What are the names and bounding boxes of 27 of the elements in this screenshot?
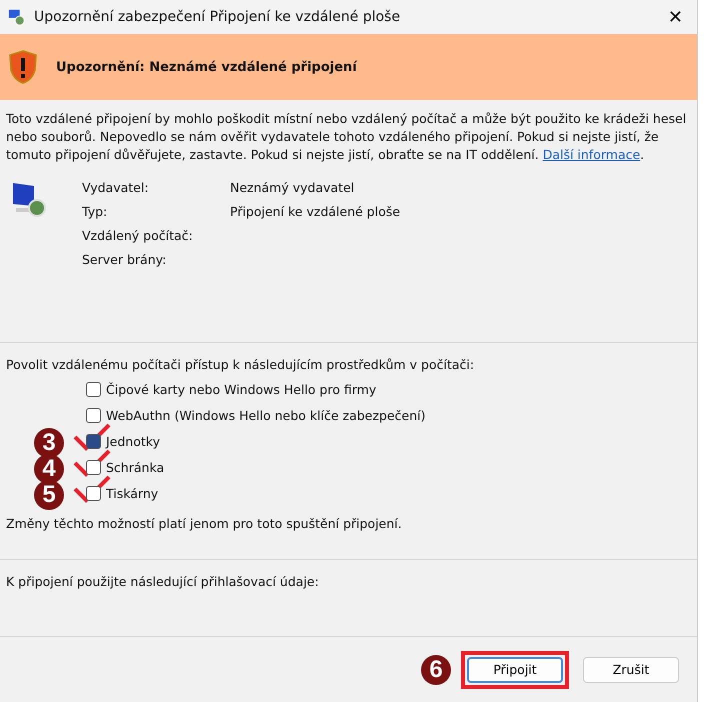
more-info-link[interactable]: Další informace [542, 147, 640, 162]
resources-note: Změny těchto možností platí jenom pro toto spuštění připojení. [6, 516, 403, 531]
resource-checkbox[interactable]: Čipové karty nebo Windows Hello pro firmy [86, 382, 691, 397]
close-button[interactable]: ✕ [662, 6, 689, 28]
warning-shield-icon [8, 50, 38, 84]
warning-text: Toto vzdálené připojení by mohlo poškodit místní nebo vzdálený počítač a může být použito ke krádeži hesel nebo souborů. Nepovedlo se nám ověřit vydavatele tohoto vzdáleného připojení. Pokud si nejste jistí, že tomuto připojení důvěřujete, zastavte. Pokud si nejste jistí, obraťte se na IT oddělení. Další informace. [6, 110, 688, 164]
resource-checkbox[interactable]: Jednotky [86, 434, 691, 449]
dialog-button[interactable]: Zrušit [583, 656, 679, 682]
step-number-badge: 6 [421, 654, 451, 684]
detail-value: Připojení ke vzdálené ploše [230, 204, 400, 219]
detail-label: Vzdálený počítač: [82, 228, 194, 243]
dialog-button[interactable]: Připojit [467, 656, 563, 682]
detail-label: Server brány: [82, 252, 168, 267]
credentials-text: K připojení použijte následující přihlašovací údaje: [6, 574, 319, 589]
resource-checkbox[interactable]: Schránka [86, 460, 691, 475]
resource-checkbox[interactable]: Tiskárny [86, 486, 691, 501]
detail-label: Vydavatel: [82, 180, 150, 195]
remote-desktop-icon [8, 8, 26, 26]
detail-value: Neznámý vydavatel [230, 180, 356, 195]
banner-title: Upozornění: Neznámé vzdálené připojení [56, 60, 357, 74]
step-number-badge: 5 [34, 480, 64, 510]
resources-heading: Povolit vzdálenému počítači přístup k následujícím prostředkům v počítači: [6, 357, 476, 372]
resource-checkbox[interactable]: WebAuthn (Windows Hello nebo klíče zabezpečení) [86, 408, 691, 423]
step-number-badge: 4 [34, 454, 64, 484]
window-title: Upozornění zabezpečení Připojení ke vzdálené ploše [34, 9, 402, 25]
detail-label: Typ: [82, 204, 108, 219]
step-number-badge: 3 [34, 428, 64, 458]
